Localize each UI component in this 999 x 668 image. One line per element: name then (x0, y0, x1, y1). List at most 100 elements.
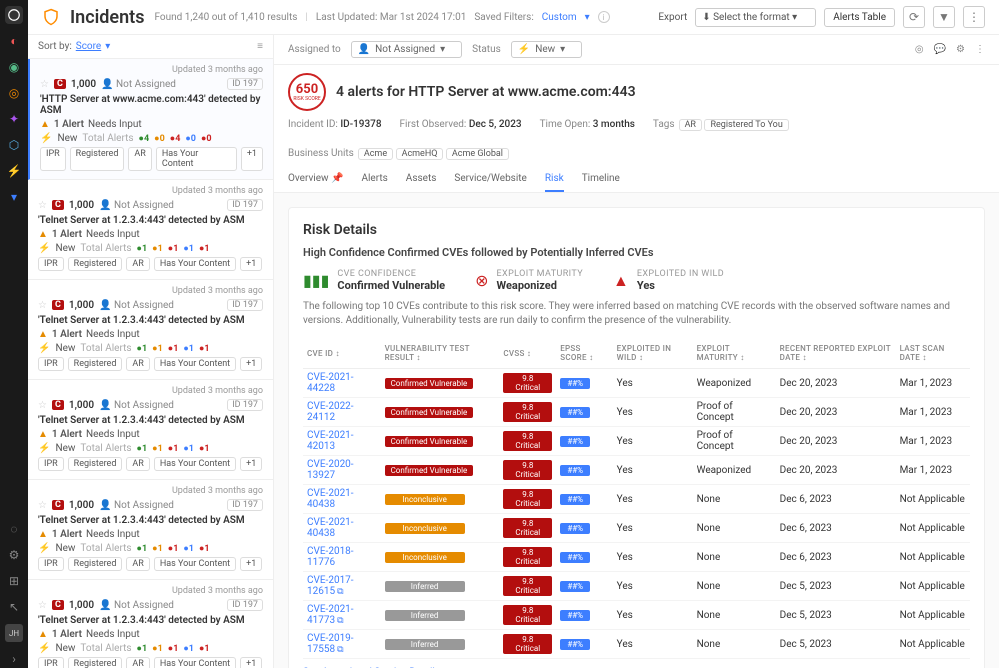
tab-assets[interactable]: Assets (406, 167, 437, 192)
tab-timeline[interactable]: Timeline (582, 167, 620, 192)
tag-chip[interactable]: IPR (38, 257, 64, 271)
tag-chip[interactable]: AR (126, 457, 149, 471)
nav-icon[interactable]: ◉ (5, 58, 23, 76)
cve-link[interactable]: CVE-2021-41773 (307, 604, 354, 626)
sort-right-icon[interactable]: ≡ (257, 41, 263, 52)
external-link-icon[interactable]: ⧉ (337, 616, 343, 626)
incident-card[interactable]: Updated 3 months ago ☆ C 1,000 👤 Not Ass… (28, 580, 273, 668)
external-link-icon[interactable]: ⧉ (337, 645, 343, 655)
user-avatar[interactable]: JH (5, 624, 23, 642)
tag-chip[interactable]: AR (126, 657, 149, 668)
cve-link[interactable]: CVE-2019-17558 (307, 633, 354, 655)
tag-chip[interactable]: IPR (38, 657, 64, 668)
tag-chip[interactable]: Has Your Content (154, 557, 236, 571)
tag-chip[interactable]: Registered (68, 557, 123, 571)
assigned-select[interactable]: 👤Not Assigned ▾ (351, 41, 462, 58)
business-unit-tag[interactable]: AcmeHQ (396, 148, 444, 160)
star-icon[interactable]: ☆ (38, 400, 47, 411)
export-link[interactable]: Export (658, 12, 687, 23)
cve-link[interactable]: CVE-2021-40438 (307, 488, 354, 510)
filter-icon[interactable]: ▼ (933, 6, 955, 28)
tag-chip[interactable]: +1 (240, 557, 262, 571)
cve-link[interactable]: CVE-2017-12615 (307, 575, 354, 597)
tag-chip[interactable]: Has Your Content (154, 257, 236, 271)
cve-col-header[interactable]: CVSS ↕ (499, 338, 556, 369)
star-icon[interactable]: ☆ (38, 200, 47, 211)
incident-tag[interactable]: AR (679, 119, 702, 131)
tag-chip[interactable]: Has Your Content (154, 357, 236, 371)
star-icon[interactable]: ☆ (38, 500, 47, 511)
sort-field[interactable]: Score (76, 41, 101, 52)
cve-link[interactable]: CVE-2021-44228 (307, 372, 354, 394)
nav-icon[interactable]: ⬡ (5, 136, 23, 154)
cve-col-header[interactable]: Vulnerability Test Result ↕ (381, 338, 500, 369)
tab-overview[interactable]: Overview 📌 (288, 167, 343, 192)
cve-link[interactable]: CVE-2021-42013 (307, 430, 354, 452)
settings-icon[interactable]: ⚙ (5, 546, 23, 564)
external-link-icon[interactable]: ⧉ (337, 587, 343, 597)
star-icon[interactable]: ☆ (38, 600, 47, 611)
tag-chip[interactable]: +1 (240, 657, 262, 668)
tag-chip[interactable]: Has Your Content (154, 457, 236, 471)
refresh-icon[interactable]: ⟳ (903, 6, 925, 28)
tab-servicewebsite[interactable]: Service/Website (454, 167, 526, 192)
cve-col-header[interactable]: Exploit Maturity ↕ (693, 338, 776, 369)
action-icon[interactable]: ⚙ (956, 44, 965, 55)
cve-col-header[interactable]: Recent Reported Exploit Date ↕ (776, 338, 896, 369)
tag-chip[interactable]: Registered (70, 147, 125, 171)
incident-card[interactable]: Updated 3 months ago ☆ C 1,000 👤 Not Ass… (28, 280, 273, 380)
tag-chip[interactable]: AR (128, 147, 151, 171)
tag-chip[interactable]: IPR (40, 147, 66, 171)
cve-col-header[interactable]: Last Scan Date ↕ (896, 338, 970, 369)
expand-icon[interactable]: › (5, 650, 23, 668)
star-icon[interactable]: ☆ (38, 300, 47, 311)
cve-link[interactable]: CVE-2018-11776 (307, 546, 354, 568)
incident-card[interactable]: Updated 3 months ago ☆ C 1,000 👤 Not Ass… (28, 59, 273, 180)
tag-chip[interactable]: +1 (240, 457, 262, 471)
nav-icon[interactable]: ✦ (5, 110, 23, 128)
tab-risk[interactable]: Risk (545, 167, 564, 192)
cve-col-header[interactable]: EPSS Score ↕ (556, 338, 612, 369)
tag-chip[interactable]: Registered (68, 357, 123, 371)
tag-chip[interactable]: AR (126, 557, 149, 571)
cve-col-header[interactable]: Exploited in Wild ↕ (613, 338, 693, 369)
nav-icon[interactable]: ◎ (5, 84, 23, 102)
tag-chip[interactable]: Registered (68, 257, 123, 271)
tag-chip[interactable]: AR (126, 257, 149, 271)
info-icon[interactable]: i (598, 11, 610, 23)
cve-link[interactable]: CVE-2020-13927 (307, 459, 354, 481)
menu-icon[interactable]: ⋮ (975, 44, 985, 55)
star-icon[interactable]: ☆ (40, 79, 49, 90)
alerts-table-button[interactable]: Alerts Table (824, 8, 895, 27)
tag-chip[interactable]: IPR (38, 557, 64, 571)
incident-tag[interactable]: Registered To You (704, 119, 788, 131)
tag-chip[interactable]: +1 (240, 357, 262, 371)
more-icon[interactable]: ⋮ (963, 6, 985, 28)
tag-chip[interactable]: Has Your Content (156, 147, 237, 171)
cve-link[interactable]: CVE-2021-40438 (307, 517, 354, 539)
tag-chip[interactable]: Registered (68, 657, 123, 668)
nav-icon[interactable]: ▾ (5, 188, 23, 206)
saved-filters-link[interactable]: Custom (542, 12, 577, 23)
format-select[interactable]: ⬇ Select the format ▾ (695, 8, 816, 27)
tag-chip[interactable]: +1 (241, 147, 263, 171)
tag-chip[interactable]: Registered (68, 457, 123, 471)
help-icon[interactable]: ◌ (5, 520, 23, 538)
nav-icon[interactable]: ◐ (5, 32, 23, 50)
comment-icon[interactable]: 💬 (934, 44, 946, 55)
incident-card[interactable]: Updated 3 months ago ☆ C 1,000 👤 Not Ass… (28, 380, 273, 480)
tag-chip[interactable]: AR (126, 357, 149, 371)
target-icon[interactable]: ◎ (915, 44, 924, 55)
tab-alerts[interactable]: Alerts (361, 167, 387, 192)
cve-col-header[interactable]: CVE ID ↕ (303, 338, 381, 369)
nav-icon[interactable]: ⚡ (5, 162, 23, 180)
business-unit-tag[interactable]: Acme (358, 148, 393, 160)
nav-primary-icon[interactable] (5, 6, 23, 24)
tag-chip[interactable]: +1 (240, 257, 262, 271)
tag-chip[interactable]: Has Your Content (154, 657, 236, 668)
apps-icon[interactable]: ⊞ (5, 572, 23, 590)
tag-chip[interactable]: IPR (38, 457, 64, 471)
cve-link[interactable]: CVE-2022-24112 (307, 401, 354, 423)
incident-card[interactable]: Updated 3 months ago ☆ C 1,000 👤 Not Ass… (28, 480, 273, 580)
status-select[interactable]: ⚡New ▾ (511, 41, 582, 58)
